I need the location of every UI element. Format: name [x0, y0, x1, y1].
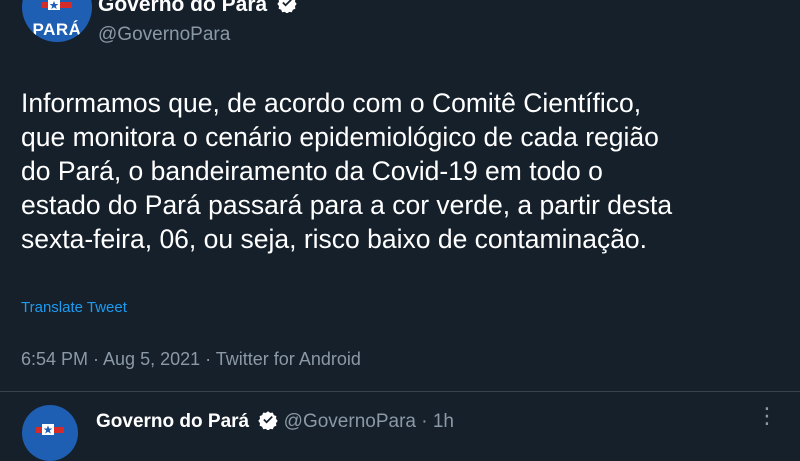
- reply-handle-time[interactable]: @GovernoPara · 1h: [284, 411, 454, 432]
- divider: [0, 391, 800, 392]
- reply-author-avatar[interactable]: [22, 405, 78, 461]
- tweet-line: estado do Pará passará para a cor verde,…: [21, 190, 673, 220]
- verified-badge-icon: [277, 0, 297, 14]
- translate-tweet-link[interactable]: Translate Tweet: [21, 299, 127, 316]
- tweet-meta[interactable]: 6:54 PM · Aug 5, 2021 · Twitter for Andr…: [21, 349, 361, 370]
- reply-author-name[interactable]: Governo do Pará: [96, 411, 249, 432]
- tweet-line: Informamos que, de acordo com o Comitê C…: [21, 88, 642, 118]
- avatar-logo-text: PARÁ: [32, 20, 82, 39]
- reply-header[interactable]: Governo do Pará @GovernoPara · 1h: [96, 411, 454, 433]
- verified-badge-icon: [258, 411, 279, 430]
- tweet-line: do Pará, o bandeiramento da Covid-19 em …: [21, 156, 603, 186]
- tweet-line: que monitora o cenário epidemiológico de…: [21, 122, 659, 152]
- author-name[interactable]: Governo do Pará: [98, 0, 267, 16]
- tweet-text: Informamos que, de acordo com o Comitê C…: [21, 86, 781, 256]
- author-avatar[interactable]: PARÁ: [22, 0, 92, 42]
- para-flag-logo: [36, 424, 64, 435]
- tweet-line: sexta-feira, 06, ou seja, risco baixo de…: [21, 224, 648, 254]
- author-handle[interactable]: @GovernoPara: [98, 24, 230, 46]
- author-name-row[interactable]: Governo do Pará: [98, 0, 297, 17]
- more-options-icon[interactable]: ⋮: [756, 405, 778, 427]
